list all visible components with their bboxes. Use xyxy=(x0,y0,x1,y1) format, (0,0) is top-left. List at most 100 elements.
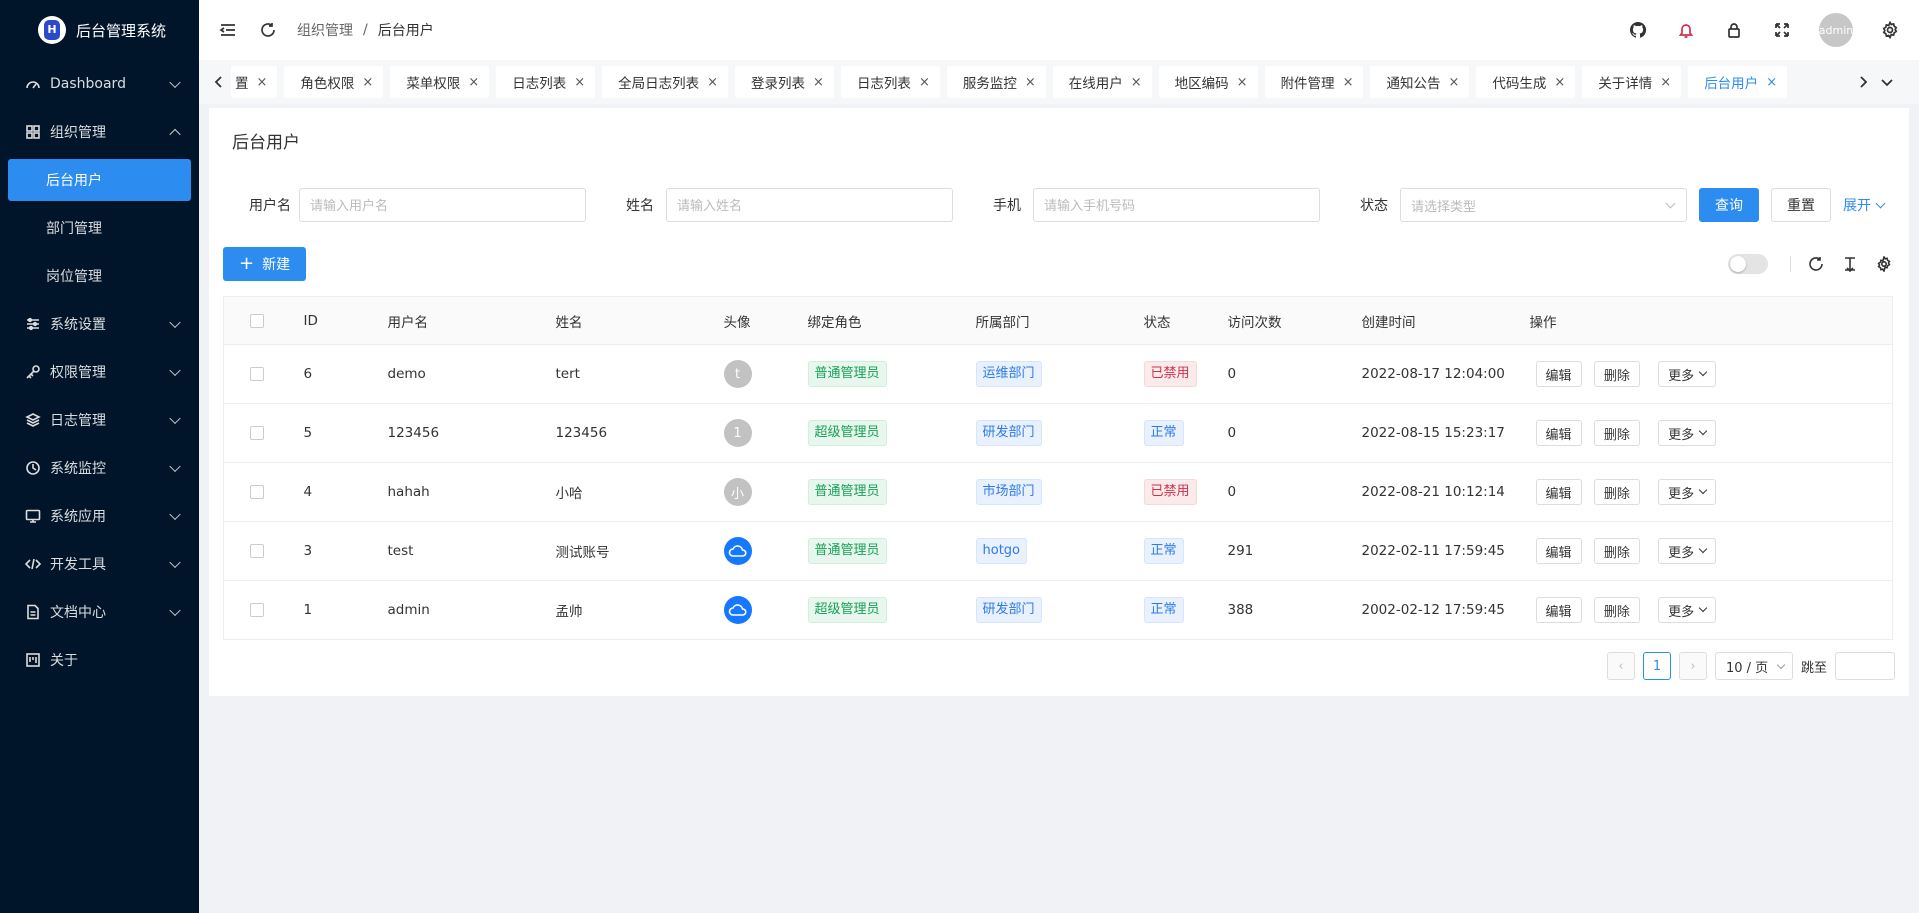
sidebar-item-8[interactable]: 文档中心 xyxy=(0,588,199,636)
reload-icon[interactable] xyxy=(1807,255,1825,273)
cell-avatar xyxy=(723,521,808,581)
more-button[interactable]: 更多 xyxy=(1658,538,1717,564)
tab-2[interactable]: 菜单权限 × xyxy=(390,66,490,98)
sidebar-item-2[interactable]: 系统设置 xyxy=(0,300,199,348)
column-settings-gear-icon[interactable] xyxy=(1875,255,1893,273)
tab-8[interactable]: 在线用户 × xyxy=(1052,66,1152,98)
close-icon[interactable]: × xyxy=(813,75,824,90)
more-button[interactable]: 更多 xyxy=(1658,420,1717,446)
row-checkbox[interactable] xyxy=(250,603,264,617)
density-icon[interactable] xyxy=(1841,255,1859,273)
tab-11[interactable]: 通知公告 × xyxy=(1370,66,1470,98)
row-checkbox[interactable] xyxy=(250,485,264,499)
name-input[interactable] xyxy=(666,188,953,222)
sidebar-item-1[interactable]: 组织管理 xyxy=(0,108,199,156)
close-icon[interactable]: × xyxy=(257,75,268,90)
query-button[interactable]: 查询 xyxy=(1699,188,1759,222)
tab-label: 代码生成 xyxy=(1492,76,1547,92)
next-page-chevron-right-icon[interactable]: › xyxy=(1678,652,1707,680)
cell-id: 4 xyxy=(303,462,388,522)
delete-button[interactable]: 删除 xyxy=(1593,479,1640,505)
page-number-current[interactable]: 1 xyxy=(1642,652,1671,680)
delete-button[interactable]: 删除 xyxy=(1593,597,1640,623)
tab-6[interactable]: 日志列表 × xyxy=(840,66,940,98)
tab-0[interactable]: 置 × xyxy=(231,66,278,98)
refresh-icon[interactable] xyxy=(257,19,279,41)
row-checkbox[interactable] xyxy=(250,426,264,440)
striped-toggle[interactable] xyxy=(1728,254,1768,274)
close-icon[interactable]: × xyxy=(1554,75,1565,90)
bell-icon[interactable] xyxy=(1675,19,1697,41)
app-logo[interactable]: H 后台管理系统 xyxy=(0,0,199,60)
sidebar-item-9[interactable]: 关于 xyxy=(0,636,199,684)
breadcrumb-item-org[interactable]: 组织管理 xyxy=(297,20,353,40)
delete-button[interactable]: 删除 xyxy=(1593,420,1640,446)
menu-fold-icon[interactable] xyxy=(217,19,239,41)
tab-5[interactable]: 登录列表 × xyxy=(735,66,834,98)
tab-13[interactable]: 关于详情 × xyxy=(1582,66,1682,98)
sidebar-item-7[interactable]: 开发工具 xyxy=(0,540,199,588)
select-all-checkbox[interactable] xyxy=(250,313,264,328)
sidebar-subitem-0[interactable]: 后台用户 xyxy=(8,159,191,201)
tab-7[interactable]: 服务监控 × xyxy=(946,66,1046,98)
tab-scroll-right-icon[interactable] xyxy=(1851,76,1875,88)
add-user-button[interactable]: + 新建 xyxy=(223,247,307,281)
sidebar-item-3[interactable]: 权限管理 xyxy=(0,348,199,396)
expand-link[interactable]: 展开 xyxy=(1843,195,1886,215)
sidebar-subitem-1[interactable]: 部门管理 xyxy=(0,204,199,252)
more-button[interactable]: 更多 xyxy=(1658,479,1717,505)
lock-icon[interactable] xyxy=(1723,19,1745,41)
close-icon[interactable]: × xyxy=(1448,75,1459,90)
close-icon[interactable]: × xyxy=(468,75,479,90)
close-icon[interactable]: × xyxy=(362,75,373,90)
page-size-select[interactable]: 10 / 页 xyxy=(1714,652,1793,680)
edit-button[interactable]: 编辑 xyxy=(1535,420,1582,446)
close-icon[interactable]: × xyxy=(574,75,585,90)
delete-button[interactable]: 删除 xyxy=(1593,361,1640,387)
reset-button[interactable]: 重置 xyxy=(1771,188,1831,222)
tab-10[interactable]: 附件管理 × xyxy=(1264,66,1364,98)
gear-icon[interactable] xyxy=(1879,19,1901,41)
cell-avatar xyxy=(723,580,808,640)
more-button[interactable]: 更多 xyxy=(1658,597,1717,623)
tab-9[interactable]: 地区编码 × xyxy=(1158,66,1258,98)
close-icon[interactable]: × xyxy=(1766,75,1777,90)
row-checkbox[interactable] xyxy=(250,367,264,381)
close-icon[interactable]: × xyxy=(707,75,718,90)
close-icon[interactable]: × xyxy=(1660,75,1671,90)
sidebar-item-5[interactable]: 系统监控 xyxy=(0,444,199,492)
username-input[interactable] xyxy=(299,188,586,222)
github-icon[interactable] xyxy=(1627,19,1649,41)
close-icon[interactable]: × xyxy=(1237,75,1248,90)
prev-page-chevron-left-icon[interactable]: ‹ xyxy=(1606,652,1635,680)
tab-menu-chevron-down-icon[interactable] xyxy=(1875,76,1899,88)
sidebar-item-4[interactable]: 日志管理 xyxy=(0,396,199,444)
edit-button[interactable]: 编辑 xyxy=(1535,538,1582,564)
close-icon[interactable]: × xyxy=(1131,75,1142,90)
tab-scroll-left-icon[interactable] xyxy=(207,76,231,88)
status-select[interactable]: 请选择类型 xyxy=(1400,188,1687,222)
close-icon[interactable]: × xyxy=(1343,75,1354,90)
row-checkbox[interactable] xyxy=(250,544,264,558)
sidebar-item-0[interactable]: Dashboard xyxy=(0,60,199,108)
tab-14[interactable]: 后台用户 × xyxy=(1688,66,1788,98)
more-button[interactable]: 更多 xyxy=(1658,361,1717,387)
edit-button[interactable]: 编辑 xyxy=(1535,361,1582,387)
phone-input[interactable] xyxy=(1033,188,1320,222)
close-icon[interactable]: × xyxy=(1025,75,1036,90)
edit-button[interactable]: 编辑 xyxy=(1535,479,1582,505)
user-avatar[interactable]: admin xyxy=(1819,13,1853,47)
tab-3[interactable]: 日志列表 × xyxy=(496,66,596,98)
edit-button[interactable]: 编辑 xyxy=(1535,597,1582,623)
fullscreen-icon[interactable] xyxy=(1771,19,1793,41)
more-label: 更多 xyxy=(1668,604,1695,620)
delete-button[interactable]: 删除 xyxy=(1593,538,1640,564)
jump-page-input[interactable] xyxy=(1835,652,1895,680)
tab-1[interactable]: 角色权限 × xyxy=(284,66,384,98)
status-badge: 正常 xyxy=(1143,597,1184,623)
tab-4[interactable]: 全局日志列表 × xyxy=(602,66,729,98)
sidebar-subitem-2[interactable]: 岗位管理 xyxy=(0,252,199,300)
close-icon[interactable]: × xyxy=(919,75,930,90)
tab-12[interactable]: 代码生成 × xyxy=(1476,66,1576,98)
sidebar-item-6[interactable]: 系统应用 xyxy=(0,492,199,540)
